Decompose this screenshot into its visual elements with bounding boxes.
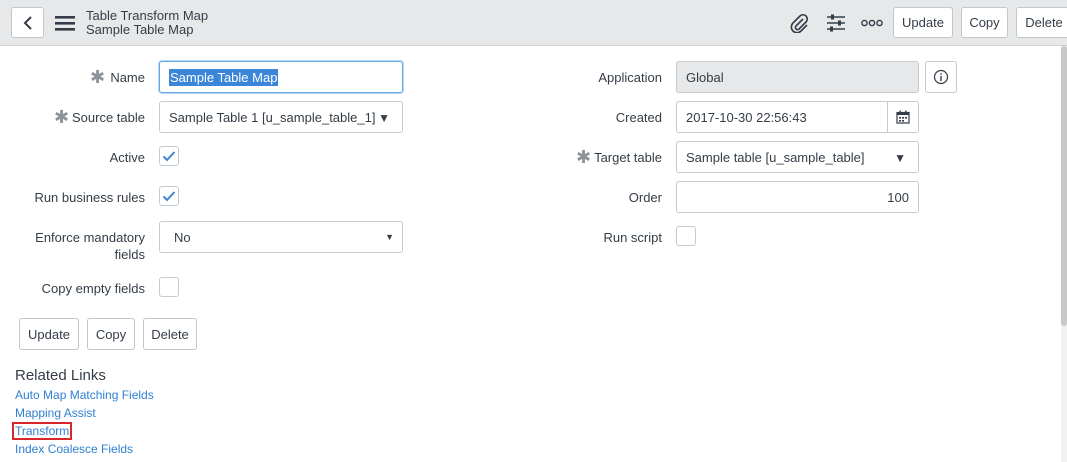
application-label: Application <box>598 70 662 85</box>
hamburger-menu-icon[interactable] <box>55 14 75 32</box>
caret-down-icon: ▼ <box>378 111 390 125</box>
header-update-button[interactable]: Update <box>893 7 953 38</box>
scrollbar-thumb[interactable] <box>1061 46 1067 326</box>
application-field: Global <box>676 61 919 93</box>
copy-empty-fields-label: Copy empty fields <box>41 281 145 296</box>
enforce-mandatory-select[interactable]: No ▼ <box>159 221 403 253</box>
name-value: Sample Table Map <box>169 68 279 86</box>
checkmark-icon <box>162 191 176 202</box>
delete-button[interactable]: Delete <box>143 318 197 350</box>
caret-down-icon: ▼ <box>894 151 906 165</box>
enforce-mandatory-label-line1: Enforce mandatory <box>35 230 145 245</box>
mapping-assist-link[interactable]: Mapping Assist <box>15 406 96 420</box>
run-business-rules-label: Run business rules <box>34 190 145 205</box>
run-script-checkbox[interactable] <box>676 226 696 246</box>
caret-down-icon: ▼ <box>385 232 394 242</box>
active-label: Active <box>109 150 145 165</box>
enforce-mandatory-label-line2: fields <box>114 247 145 262</box>
run-business-rules-checkbox[interactable] <box>159 186 179 206</box>
order-input[interactable]: 100 <box>676 181 919 213</box>
back-button[interactable] <box>11 7 44 38</box>
update-button[interactable]: Update <box>19 318 79 350</box>
transform-link[interactable]: Transform <box>11 422 73 440</box>
target-table-label: Target table <box>594 150 662 165</box>
required-indicator-icon: ✱ <box>576 147 592 167</box>
auto-map-matching-fields-link[interactable]: Auto Map Matching Fields <box>15 388 154 402</box>
form-title: Table Transform Map <box>86 8 209 23</box>
info-button[interactable] <box>925 61 957 93</box>
target-table-value: Sample table [u_sample_table] <box>686 149 865 165</box>
enforce-mandatory-value: No <box>174 229 191 245</box>
index-coalesce-fields-link[interactable]: Index Coalesce Fields <box>15 442 133 456</box>
chevron-left-icon <box>23 15 32 30</box>
checkmark-icon <box>162 151 176 162</box>
info-icon <box>933 69 949 85</box>
source-table-value: Sample Table 1 [u_sample_table_1] <box>169 109 376 125</box>
created-value: 2017-10-30 22:56:43 <box>686 109 807 125</box>
calendar-icon <box>896 110 910 124</box>
copy-button[interactable]: Copy <box>87 318 135 350</box>
created-label: Created <box>615 110 662 125</box>
vertical-scrollbar[interactable] <box>1061 46 1067 462</box>
order-label: Order <box>628 190 662 205</box>
source-table-label: Source table <box>72 110 145 125</box>
enforce-mandatory-label: Enforce mandatory fields <box>20 229 145 263</box>
source-table-select[interactable]: Sample Table 1 [u_sample_table_1] ▼ <box>159 101 403 133</box>
order-value: 100 <box>887 189 909 205</box>
application-value: Global <box>686 69 724 85</box>
settings-sliders-icon[interactable] <box>825 12 847 34</box>
related-links-title: Related Links <box>15 367 106 384</box>
created-input[interactable]: 2017-10-30 22:56:43 <box>676 101 888 133</box>
form-header: Table Transform Map Sample Table Map Upd… <box>0 0 1067 46</box>
more-options-icon[interactable] <box>861 12 883 34</box>
name-input[interactable]: Sample Table Map <box>159 61 403 93</box>
header-delete-button[interactable]: Delete <box>1016 7 1067 38</box>
attachment-icon[interactable] <box>788 12 810 34</box>
calendar-button[interactable] <box>887 101 919 133</box>
name-label: Name <box>110 70 145 85</box>
header-copy-button[interactable]: Copy <box>961 7 1008 38</box>
active-checkbox[interactable] <box>159 146 179 166</box>
required-indicator-icon: ✱ <box>54 107 70 127</box>
record-name: Sample Table Map <box>86 22 194 37</box>
target-table-select[interactable]: Sample table [u_sample_table] ▼ <box>676 141 919 173</box>
copy-empty-fields-checkbox[interactable] <box>159 277 179 297</box>
run-script-label: Run script <box>603 230 662 245</box>
